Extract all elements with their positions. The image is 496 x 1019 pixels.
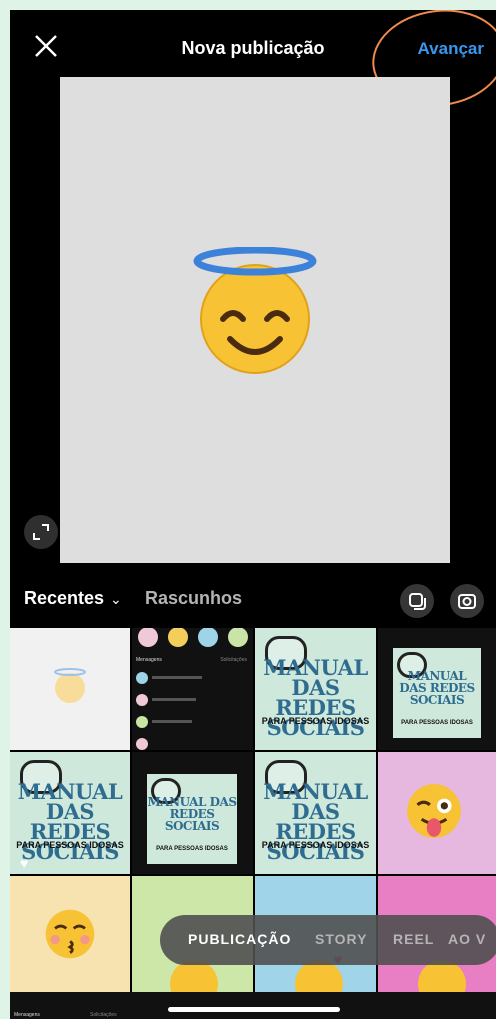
tab-story[interactable]: STORY <box>315 931 367 947</box>
bottom-requests-label: Solicitações <box>90 1012 117 1018</box>
bottom-messages-label: Mensagens <box>14 1012 40 1018</box>
emoji-thumb <box>418 960 466 996</box>
camera-icon <box>458 594 476 609</box>
expand-icon[interactable] <box>24 515 58 549</box>
manual-subtitle: PARA PESSOAS IDOSAS <box>16 840 124 850</box>
requests-label: Solicitações <box>220 657 247 663</box>
grid-thumb[interactable]: Mensagens Solicitações <box>132 628 253 750</box>
tab-publication[interactable]: PUBLICAÇÃO <box>188 931 291 947</box>
manual-title: MANUAL DAS REDES SOCIAIS <box>263 655 368 740</box>
manual-subtitle: PARA PESSOAS IDOSAS <box>156 846 228 852</box>
winking-tongue-emoji <box>407 784 461 838</box>
manual-title: MANUAL DAS REDES SOCIAIS <box>263 779 368 864</box>
recent-label: Recentes <box>24 588 105 608</box>
grid-thumb[interactable] <box>10 628 130 750</box>
multi-select-button[interactable] <box>400 584 434 618</box>
grid-thumb[interactable] <box>378 752 496 874</box>
next-button[interactable]: Avançar <box>418 39 484 59</box>
halo-smiley-emoji <box>54 668 86 703</box>
grid-thumb[interactable]: MANUAL DAS REDES SOCIAIS PARA PESSOAS ID… <box>378 628 496 750</box>
manual-subtitle: PARA PESSOAS IDOSAS <box>261 716 370 726</box>
grid-thumb[interactable]: MANUAL DAS REDES SOCIAIS PARA PESSOAS ID… <box>132 752 253 874</box>
drafts-tab[interactable]: Rascunhos <box>145 588 242 609</box>
manual-subtitle: PARA PESSOAS IDOSAS <box>261 840 370 850</box>
kissing-emoji <box>45 909 95 959</box>
manual-title: MANUAL DAS REDES SOCIAIS <box>17 779 123 864</box>
halo-smiley-emoji <box>193 247 317 374</box>
image-preview[interactable] <box>60 77 450 563</box>
recent-dropdown[interactable]: Recentes ⌄ <box>24 588 122 609</box>
manual-subtitle: PARA PESSOAS IDOSAS <box>401 720 473 726</box>
mode-tabs: PUBLICAÇÃO STORY REEL AO V <box>160 915 496 965</box>
grid-thumb[interactable] <box>10 876 130 996</box>
grid-thumb-manual[interactable]: MANUAL DAS REDES SOCIAIS PARA PESSOAS ID… <box>255 628 376 750</box>
new-post-screen: Nova publicação Avançar Recentes ⌄ Rascun… <box>10 10 496 1019</box>
manual-title: MANUAL DAS REDES SOCIAIS <box>399 669 475 707</box>
heart-icon: ♥ <box>20 855 29 871</box>
header: Nova publicação Avançar <box>10 10 496 115</box>
emoji-row <box>138 628 248 647</box>
bottom-strip: Mensagens Solicitações <box>10 992 496 1019</box>
manual-title: MANUAL DAS REDES SOCIAIS <box>147 795 237 833</box>
camera-button[interactable] <box>450 584 484 618</box>
grid-thumb-manual[interactable]: MANUAL DAS REDES SOCIAIS PARA PESSOAS ID… <box>10 752 130 874</box>
home-indicator <box>168 1007 340 1012</box>
emoji-thumb <box>170 960 218 996</box>
chevron-down-icon: ⌄ <box>110 591 122 607</box>
tab-live[interactable]: AO V <box>448 931 486 947</box>
grid-thumb-manual[interactable]: MANUAL DAS REDES SOCIAIS PARA PESSOAS ID… <box>255 752 376 874</box>
multi-select-icon <box>409 593 426 610</box>
gallery-bar: Recentes ⌄ Rascunhos <box>10 575 496 625</box>
messages-label: Mensagens <box>136 657 162 663</box>
tab-reel[interactable]: REEL <box>393 931 434 947</box>
